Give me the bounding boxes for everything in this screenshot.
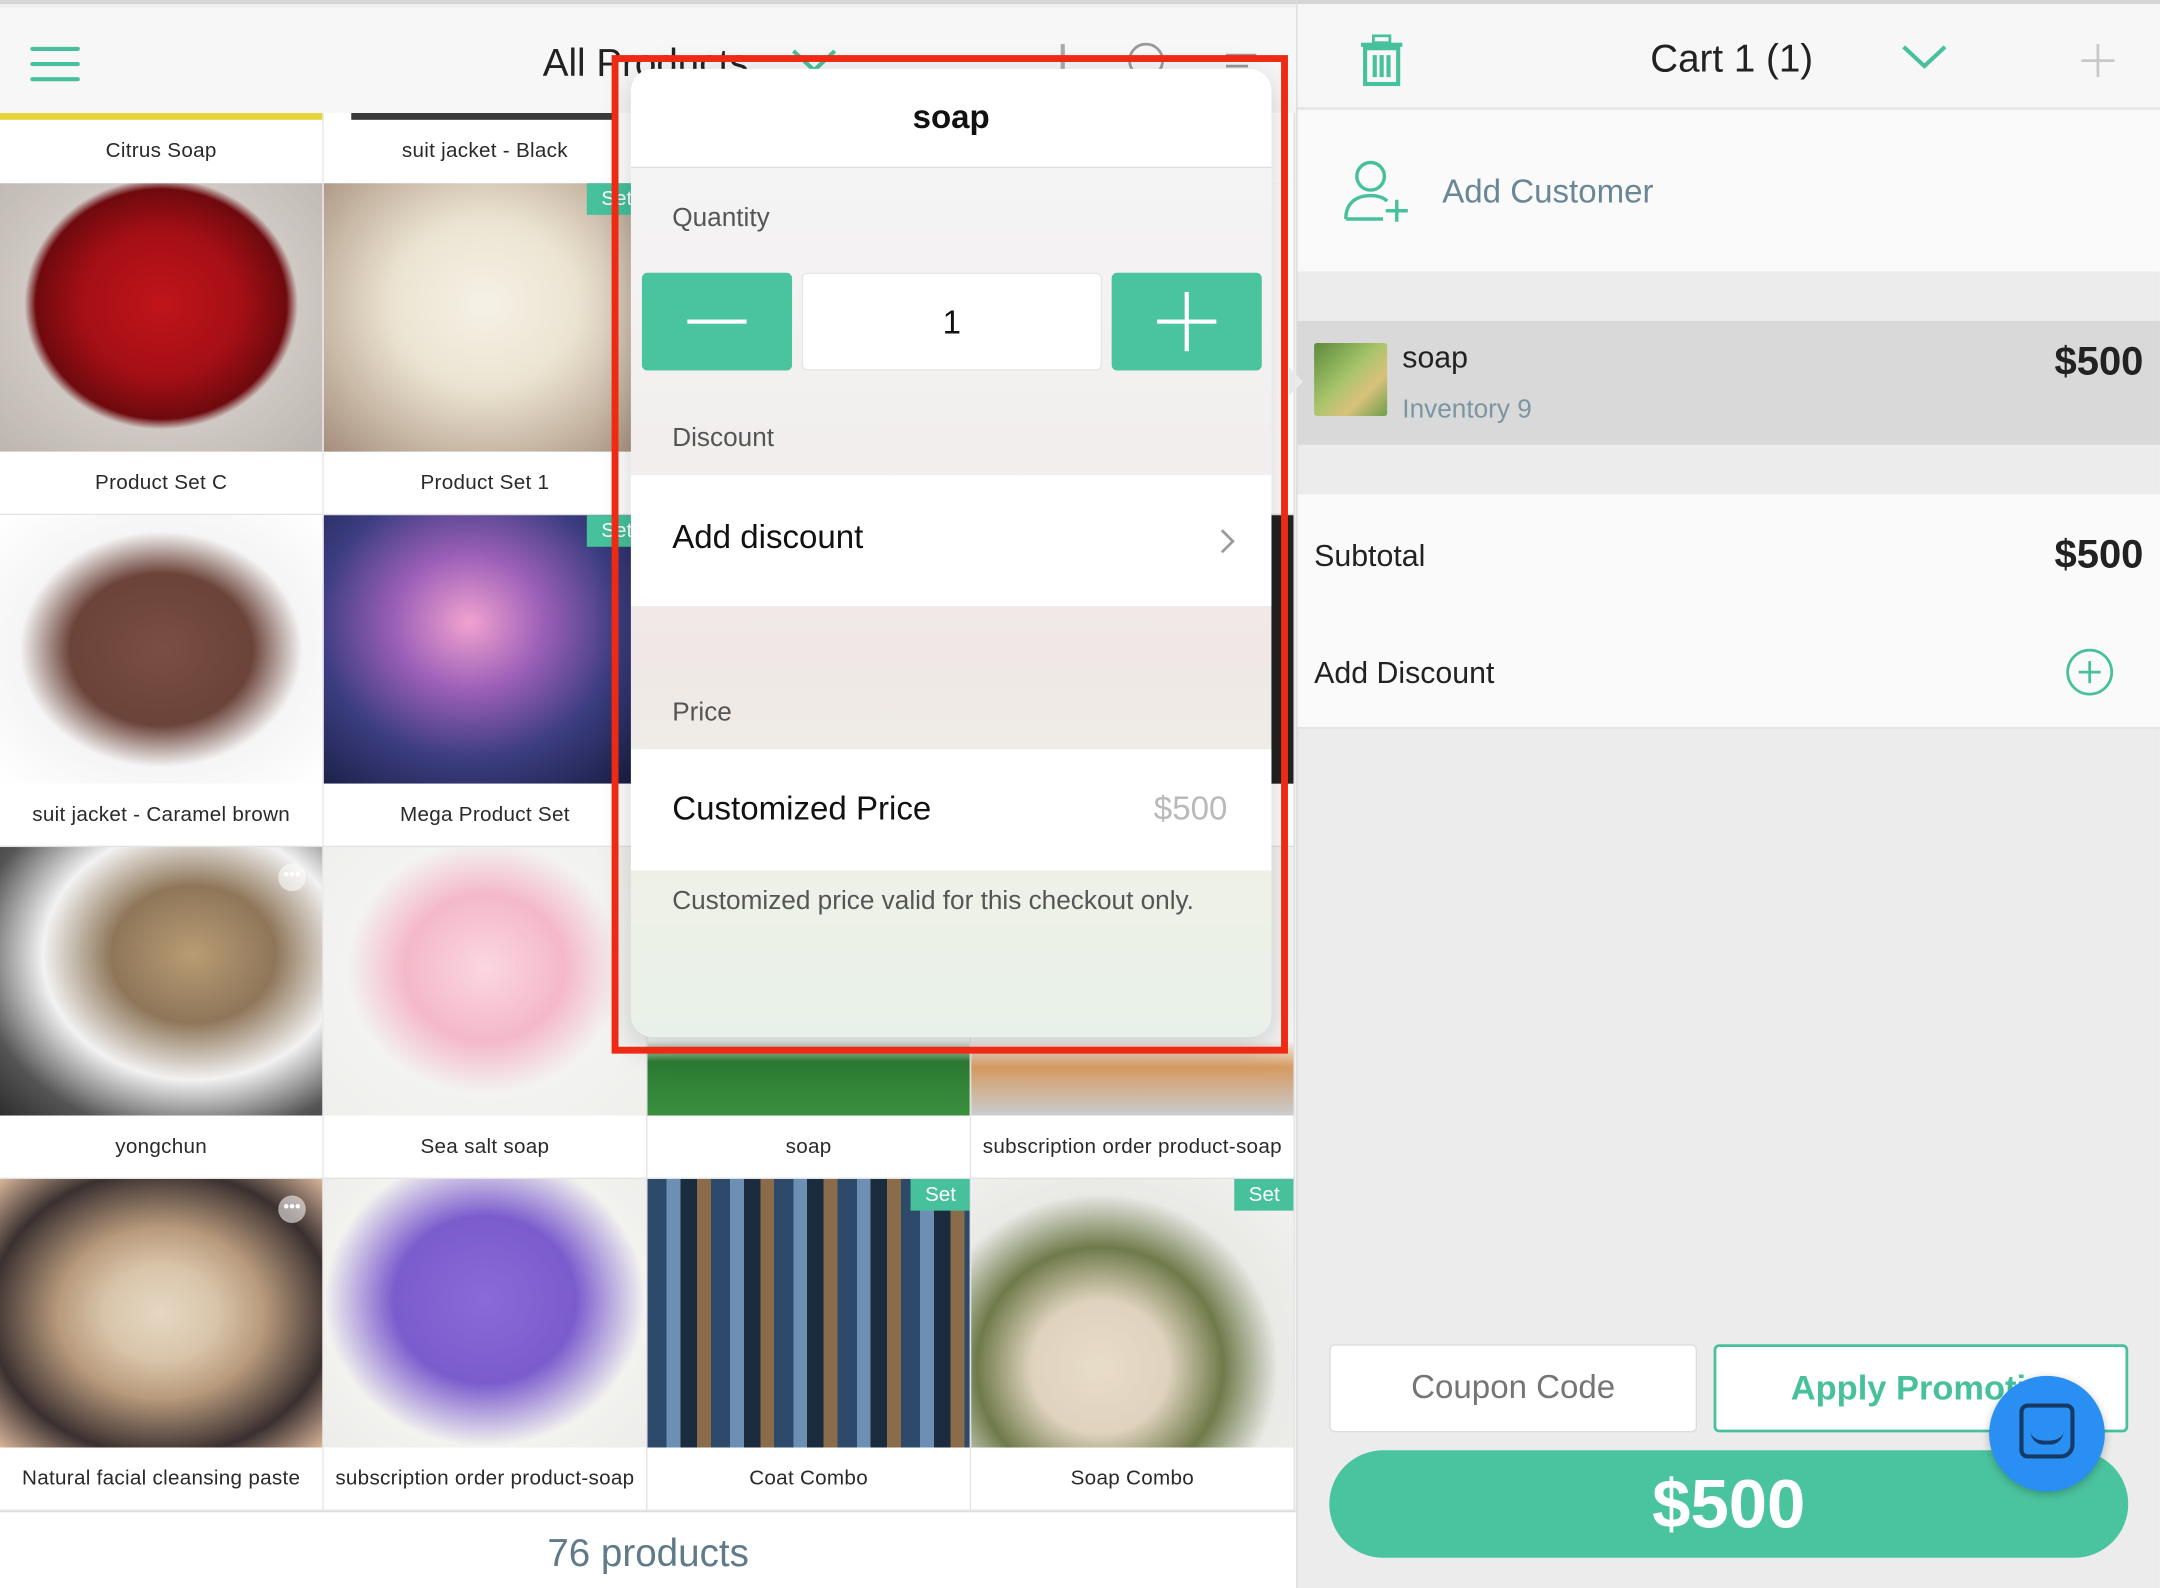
chevron-right-icon [1220,529,1235,554]
item-edit-popover: soap Quantity 1 Discount Add discount Pr… [630,68,1272,1038]
add-discount-row[interactable]: Add discount [630,475,1272,607]
chat-support-button[interactable] [1989,1375,2105,1492]
cart-header: Cart 1 (1) [1297,4,2160,109]
product-name: Soap Combo [971,1447,1294,1510]
product-card[interactable]: Sea salt soap [323,847,648,1179]
cart-panel: Cart 1 (1) Add Customer soap Inventory 9… [1289,0,2160,1588]
add-discount-text: Add discount [672,519,864,557]
product-name: subscription order product-soap [323,1447,647,1510]
cart-line-item[interactable]: soap Inventory 9 $500 [1289,320,2160,445]
product-name: Natural facial cleansing paste [0,1447,323,1510]
product-card[interactable]: Set Product Set 1 [323,183,648,516]
add-discount-button[interactable] [2066,648,2114,696]
cart-title[interactable]: Cart 1 (1) [1650,37,1813,81]
item-name: soap [1402,340,1469,375]
product-name: Product Set 1 [323,451,647,514]
product-name: subscription order product-soap [971,1115,1294,1178]
product-count: 76 products [0,1510,1297,1588]
item-inventory: Inventory 9 [1402,395,1532,425]
quantity-increase-button[interactable] [1111,272,1262,371]
chevron-down-icon[interactable] [1901,43,1948,71]
product-name: Mega Product Set [323,783,647,846]
product-card[interactable]: Set Soap Combo [971,1178,1295,1511]
set-badge: Set [911,1178,970,1211]
quantity-input[interactable]: 1 [801,272,1102,371]
product-name: soap [647,1115,970,1178]
product-card[interactable]: ••• yongchun [0,847,324,1179]
product-card[interactable]: Citrus Soap [0,112,324,185]
add-customer-label: Add Customer [1442,173,1654,211]
add-user-icon [1344,160,1408,222]
product-card[interactable]: suit jacket - Black [323,112,648,185]
product-name: yongchun [0,1115,323,1178]
price-note: Customized price valid for this checkout… [672,886,1194,916]
product-card[interactable]: suit jacket - Caramel brown [0,515,324,848]
product-card[interactable]: Set Coat Combo [647,1178,972,1511]
quantity-label: Quantity [672,203,770,233]
customized-price-label: Customized Price [672,790,932,828]
menu-icon[interactable] [30,46,80,83]
trash-icon[interactable] [1358,34,1405,87]
subtotal-label: Subtotal [1314,538,1426,573]
subtotal-value: $500 [2054,533,2144,578]
product-card[interactable]: ••• Natural facial cleansing paste [0,1178,324,1511]
product-name: suit jacket - Caramel brown [0,783,323,846]
set-badge: Set [1234,1178,1294,1211]
totals-section: Subtotal $500 Add Discount [1297,494,2160,729]
add-customer-row[interactable]: Add Customer [1297,110,2160,272]
product-card[interactable]: Product Set C [0,183,324,516]
customized-price-row[interactable]: Customized Price $500 [630,749,1272,871]
product-name: suit jacket - Black [323,119,647,184]
popover-title: soap [630,68,1272,169]
add-cart-icon[interactable] [2080,43,2116,79]
more-options-icon[interactable]: ••• [278,1195,306,1224]
minus-icon [687,319,747,324]
customized-price-input[interactable]: $500 [1154,791,1228,830]
quantity-decrease-button[interactable] [641,272,793,371]
product-card[interactable]: subscription order product-soap [323,1178,648,1511]
product-name: Citrus Soap [0,119,323,184]
product-name: Coat Combo [647,1447,970,1510]
product-name: Product Set C [0,451,323,514]
coupon-code-input[interactable] [1329,1344,1698,1433]
item-thumbnail [1314,342,1388,416]
more-options-icon[interactable]: ••• [278,863,306,892]
price-section-label: Price [672,698,732,728]
product-card[interactable]: Set Mega Product Set [323,515,648,848]
item-price: $500 [2054,340,2144,385]
add-discount-label: Add Discount [1314,655,1495,691]
discount-section-label: Discount [672,424,775,454]
product-name: Sea salt soap [323,1115,647,1178]
